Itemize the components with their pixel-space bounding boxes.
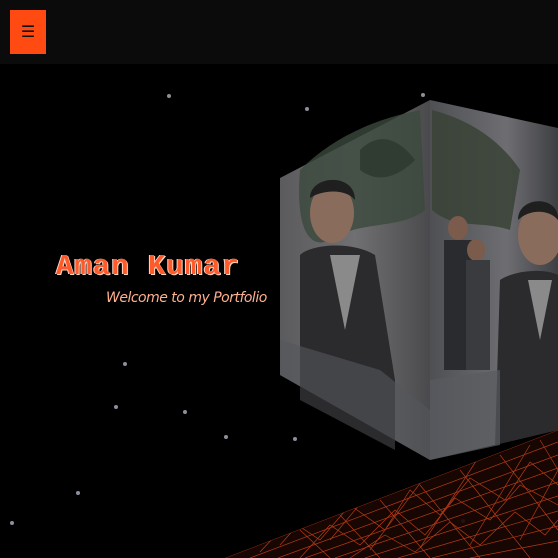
hero-name-title: Aman Kumar <box>56 250 241 283</box>
hero-welcome-subtitle: Welcome to my Portfolio <box>106 290 267 306</box>
cube-face-right <box>430 100 558 460</box>
cube-face-left <box>280 100 430 460</box>
